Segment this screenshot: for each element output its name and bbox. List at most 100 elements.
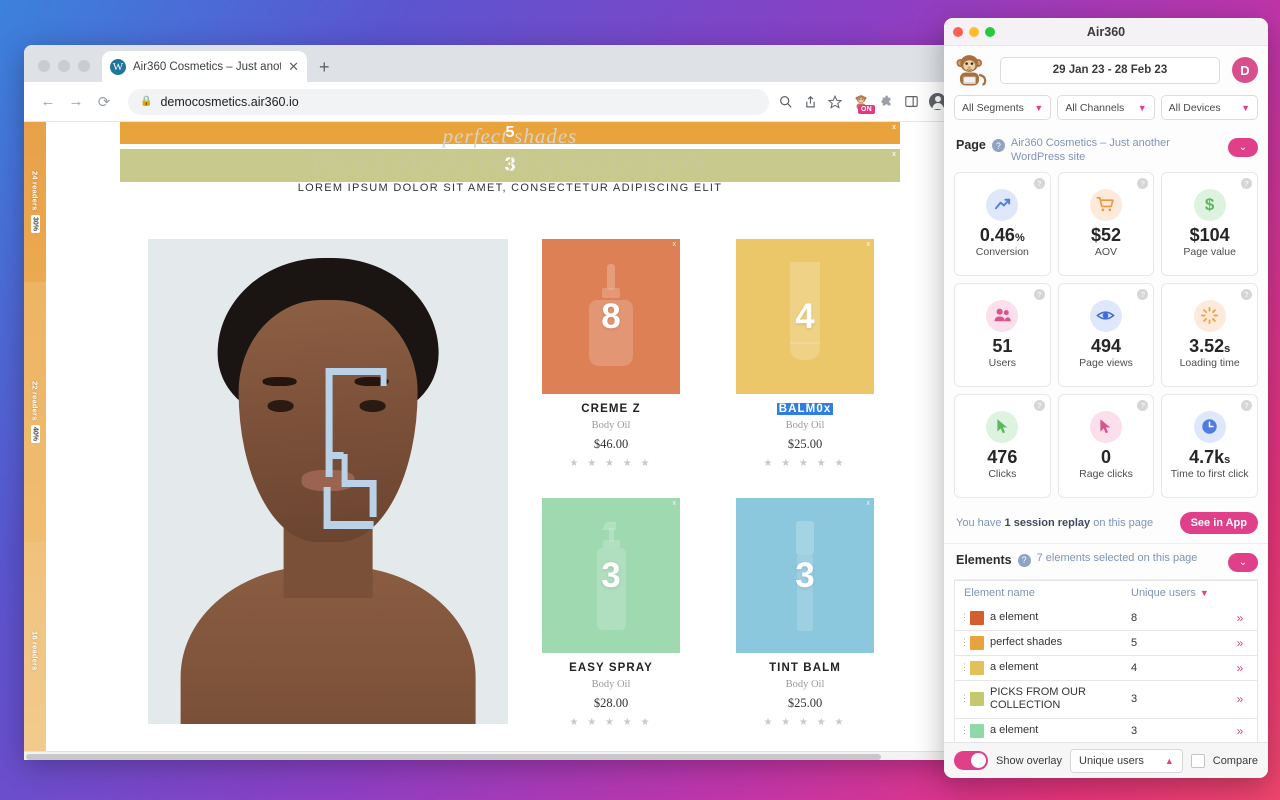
- extensions-puzzle-icon[interactable]: [880, 94, 894, 109]
- compare-checkbox[interactable]: [1190, 753, 1205, 768]
- table-row[interactable]: ⋮ a element 4 »: [954, 655, 1258, 681]
- collapse-elements-section-button[interactable]: ⌄: [1228, 552, 1258, 572]
- heatmap-count: 8: [601, 296, 621, 336]
- help-icon[interactable]: ?: [1033, 399, 1045, 411]
- metric-card-rage-clicks[interactable]: ? 0 Rage clicks: [1057, 393, 1155, 498]
- show-overlay-toggle[interactable]: [954, 751, 988, 770]
- product-thumbnail[interactable]: 3 x: [736, 498, 874, 653]
- expand-row-icon[interactable]: »: [1223, 724, 1257, 738]
- metric-card-aov[interactable]: ? $52 AOV: [1057, 171, 1155, 276]
- search-icon[interactable]: [779, 95, 793, 109]
- drag-handle-icon[interactable]: ⋮: [960, 637, 969, 646]
- metric-card-page-views[interactable]: ? 494 Page views: [1057, 282, 1155, 387]
- page-title-link[interactable]: Air360 Cosmetics – Just another WordPres…: [1011, 137, 1222, 165]
- help-icon[interactable]: ?: [1240, 288, 1252, 300]
- close-icon[interactable]: x: [673, 241, 677, 248]
- panel-close-button[interactable]: [953, 26, 963, 37]
- product-price: $25.00: [787, 437, 823, 451]
- close-window-button[interactable]: [38, 60, 50, 72]
- selection-count: 0: [816, 403, 824, 415]
- address-bar[interactable]: 🔒 democosmetics.air360.io: [128, 88, 769, 115]
- browser-tab[interactable]: W Air360 Cosmetics – Just anoth ✕: [102, 51, 307, 82]
- hero-portrait-image: [148, 239, 508, 724]
- forward-icon[interactable]: →: [64, 90, 88, 114]
- selected-element-highlight[interactable]: BALM0x: [776, 403, 834, 415]
- horizontal-scrollbar[interactable]: [24, 751, 960, 760]
- product-card[interactable]: 4 x BALM0x Body Oil $25.00 ★ ★ ★ ★ ★: [736, 239, 874, 469]
- air360-extension-icon[interactable]: ON: [853, 94, 875, 114]
- help-icon[interactable]: ?: [991, 139, 1005, 152]
- panel-traffic-lights[interactable]: [953, 26, 995, 37]
- column-header-element-name[interactable]: Element name: [955, 587, 1131, 599]
- element-name: a element: [990, 610, 1039, 623]
- product-card[interactable]: 8 x CREME Z Body Oil $46.00 ★ ★ ★ ★ ★: [542, 239, 680, 469]
- product-thumbnail[interactable]: 4 x: [736, 239, 874, 394]
- help-icon[interactable]: ?: [1137, 399, 1149, 411]
- sort-chevron-icon[interactable]: ▼: [1200, 588, 1209, 598]
- table-row[interactable]: ⋮ a element 8 »: [954, 605, 1258, 631]
- user-avatar[interactable]: D: [1232, 57, 1258, 83]
- help-icon[interactable]: ?: [1033, 288, 1045, 300]
- product-card[interactable]: 3 x TINT BALM Body Oil $25.00 ★ ★ ★ ★ ★: [736, 498, 874, 728]
- help-icon[interactable]: ?: [1240, 399, 1252, 411]
- product-thumbnail[interactable]: 8 x: [542, 239, 680, 394]
- product-rating-stars: ★ ★ ★ ★ ★: [763, 458, 847, 469]
- help-icon[interactable]: ?: [1137, 288, 1149, 300]
- table-row[interactable]: ⋮ perfect shades 5 »: [954, 630, 1258, 656]
- toolbar-icon-group: ON: [779, 93, 948, 114]
- help-icon[interactable]: ?: [1240, 177, 1252, 189]
- close-icon[interactable]: x: [867, 241, 871, 248]
- share-icon[interactable]: [804, 95, 817, 109]
- back-icon[interactable]: ←: [36, 90, 60, 114]
- drag-handle-icon[interactable]: ⋮: [960, 694, 969, 703]
- expand-row-icon[interactable]: »: [1223, 692, 1257, 706]
- table-row[interactable]: ⋮ a element 3 »: [954, 718, 1258, 742]
- help-icon[interactable]: ?: [1017, 553, 1031, 567]
- maximize-window-button[interactable]: [78, 60, 90, 72]
- metric-card-conversion[interactable]: ? 0.46% Conversion: [954, 171, 1051, 276]
- macos-traffic-lights[interactable]: [24, 60, 102, 82]
- see-in-app-button[interactable]: See in App: [1179, 511, 1258, 534]
- drag-handle-icon[interactable]: ⋮: [960, 662, 969, 671]
- scrollbar-thumb[interactable]: [26, 754, 881, 760]
- panel-minimize-button[interactable]: [969, 26, 979, 37]
- date-range-picker[interactable]: 29 Jan 23 - 28 Feb 23: [1000, 56, 1220, 84]
- expand-row-icon[interactable]: »: [1223, 636, 1257, 650]
- drag-handle-icon[interactable]: ⋮: [960, 725, 969, 734]
- expand-row-icon[interactable]: »: [1223, 661, 1257, 675]
- reload-icon[interactable]: ⟳: [92, 90, 116, 114]
- minimize-window-button[interactable]: [58, 60, 70, 72]
- panel-maximize-button[interactable]: [985, 26, 995, 37]
- close-icon[interactable]: x: [673, 500, 677, 507]
- sidebar-toggle-icon[interactable]: [905, 95, 918, 108]
- metric-card-page-value[interactable]: ? $ $104 Page value: [1161, 171, 1258, 276]
- table-row[interactable]: ⋮ PICKS FROM OUR COLLECTION 3 »: [954, 680, 1258, 719]
- metric-card-time-to-first-click[interactable]: ? 4.7ks Time to first click: [1161, 393, 1258, 498]
- collapse-page-section-button[interactable]: ⌄: [1228, 138, 1258, 157]
- metric-unit: s: [1224, 453, 1231, 466]
- help-icon[interactable]: ?: [1137, 177, 1149, 189]
- overlay-metric-select[interactable]: Unique users ▲: [1070, 748, 1183, 773]
- devices-filter[interactable]: All Devices ▼: [1160, 95, 1258, 120]
- close-icon[interactable]: x: [867, 500, 871, 507]
- close-icon[interactable]: x: [824, 403, 832, 415]
- show-overlay-label: Show overlay: [996, 754, 1063, 767]
- new-tab-button[interactable]: +: [307, 58, 342, 82]
- column-header-unique-users[interactable]: Unique users ▼: [1131, 587, 1223, 599]
- trend-up-icon: [986, 188, 1019, 221]
- metric-card-clicks[interactable]: ? 476 Clicks: [954, 393, 1051, 498]
- lock-icon: 🔒: [140, 96, 153, 107]
- tab-title: Air360 Cosmetics – Just anoth: [133, 60, 282, 73]
- metric-card-users[interactable]: ? 51 Users: [954, 282, 1051, 387]
- product-thumbnail[interactable]: 3 x: [542, 498, 680, 653]
- product-card[interactable]: 3 x EASY SPRAY Body Oil $28.00 ★ ★ ★ ★ ★: [542, 498, 680, 728]
- close-icon[interactable]: ✕: [288, 60, 299, 73]
- channels-filter[interactable]: All Channels ▼: [1057, 95, 1155, 120]
- metric-card-loading-time[interactable]: ? 3.52s Loading time: [1161, 282, 1258, 387]
- drag-handle-icon[interactable]: ⋮: [960, 612, 969, 621]
- help-icon[interactable]: ?: [1033, 177, 1045, 189]
- segments-filter[interactable]: All Segments ▼: [954, 95, 1052, 120]
- bookmark-star-icon[interactable]: [828, 94, 842, 109]
- expand-row-icon[interactable]: »: [1223, 611, 1257, 625]
- session-replay-suffix: on this page: [1090, 516, 1154, 529]
